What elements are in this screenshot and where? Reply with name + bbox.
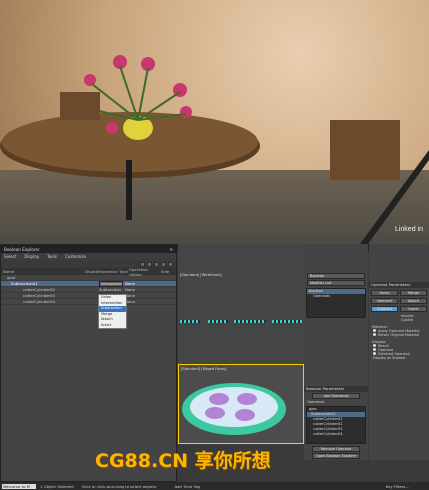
table-scene bbox=[0, 55, 429, 244]
tree-row-cutter[interactable]: cutterCylinder04 None bbox=[1, 299, 176, 305]
command-panel-spacer bbox=[304, 320, 368, 386]
cutter-cylinder-1 bbox=[209, 393, 229, 405]
col-disable[interactable]: Disable bbox=[85, 269, 99, 274]
flower-stems bbox=[85, 65, 187, 121]
insert-button[interactable]: Insert bbox=[400, 306, 427, 312]
boolean-explorer-title: Boolean Explorer bbox=[4, 246, 40, 252]
attach-button[interactable]: Attach bbox=[400, 298, 427, 304]
operation-option[interactable]: None bbox=[125, 281, 155, 286]
key-filters-button[interactable]: Key Filters... bbox=[386, 484, 409, 489]
stack-item-operands[interactable]: Operands bbox=[307, 294, 365, 299]
open-boolean-explorer-button[interactable]: Open Boolean Explorer bbox=[312, 453, 360, 459]
boolean-explorer-menu: Select Display Tools Customize bbox=[1, 253, 176, 260]
operation-type-dropdown[interactable]: Intersection bbox=[99, 281, 125, 287]
radio-icon bbox=[373, 348, 376, 351]
radio-icon bbox=[373, 329, 376, 332]
wire-object-4 bbox=[272, 320, 302, 323]
col-operation-option[interactable]: Operation Option bbox=[129, 267, 161, 277]
display-label: Display: bbox=[372, 340, 387, 344]
watermark-text: CG88.CN 享你所想 bbox=[95, 450, 271, 472]
perspective-viewport[interactable]: [Standard] [Edged Faces] bbox=[178, 364, 304, 444]
wire-object-1 bbox=[180, 320, 200, 323]
selection-count: 1 Object Selected bbox=[40, 483, 74, 489]
cutter-cylinder-4 bbox=[235, 409, 255, 421]
operation-option[interactable]: None bbox=[125, 287, 155, 292]
prompt-line: Click or click-and-drag to select object… bbox=[81, 483, 157, 489]
operation-type[interactable]: Subtraction bbox=[99, 287, 125, 292]
operand-panel-spacer bbox=[369, 244, 429, 282]
operands-list: gear Subtraction01 cutterCylinder01 cutt… bbox=[306, 406, 366, 444]
wire-object-3 bbox=[234, 320, 266, 323]
col-operation-type[interactable]: Operation Type bbox=[99, 269, 129, 274]
column-header: Name Disable Operation Type Operation Op… bbox=[1, 267, 176, 277]
operation-option[interactable]: None bbox=[125, 299, 155, 304]
operation-button-grid: Union Merge Intersect Attach Subtract In… bbox=[369, 288, 429, 314]
operation-option[interactable]: None bbox=[125, 293, 155, 298]
subtract-button[interactable]: Subtract bbox=[371, 306, 398, 312]
boolean-explorer-titlebar: Boolean Explorer ✕ bbox=[1, 245, 176, 253]
chair-left bbox=[60, 92, 100, 120]
wire-object-2 bbox=[208, 320, 228, 323]
command-panel: Boolean Modifier List Boolean Operands B… bbox=[304, 244, 368, 460]
modifier-stack: Boolean Operands bbox=[306, 288, 366, 318]
close-icon[interactable]: ✕ bbox=[169, 247, 173, 252]
cutter-cylinder-3 bbox=[205, 407, 225, 419]
remove-operand-button[interactable]: Remove Operand bbox=[312, 446, 360, 452]
viewport-label-top[interactable]: [Standard] [Wireframe] bbox=[180, 273, 222, 277]
table-stem bbox=[126, 160, 132, 220]
operand-item[interactable]: cutterCylinder04 bbox=[307, 432, 365, 437]
tree-label: cutterCylinder03 bbox=[23, 293, 55, 298]
boolean-parameters-header[interactable]: Boolean Parameters bbox=[304, 386, 368, 392]
menu-select[interactable]: Select bbox=[4, 254, 16, 259]
operands-label: Operands bbox=[307, 400, 325, 404]
tree-label: gear bbox=[7, 275, 16, 280]
brand-logo: Linked in bbox=[394, 226, 423, 233]
modifier-list-dropdown[interactable]: Modifier List bbox=[307, 280, 365, 286]
col-side[interactable]: Side bbox=[161, 269, 176, 274]
video-background-photo: Linked in bbox=[0, 0, 429, 244]
menu-customize[interactable]: Customize bbox=[65, 254, 86, 259]
radio-icon bbox=[373, 352, 376, 355]
command-panel-tabs bbox=[304, 244, 368, 272]
tree-label: cutterCylinder02 bbox=[23, 287, 55, 292]
status-bar: Welcome to M 1 Object Selected Click or … bbox=[0, 482, 429, 490]
chair-right bbox=[330, 120, 400, 180]
display-as-shaded-checkbox[interactable]: Display as Shaded bbox=[369, 356, 429, 360]
maxscript-listener[interactable]: Welcome to M bbox=[2, 483, 36, 489]
object-name-field[interactable]: Boolean bbox=[307, 273, 365, 279]
options-icon[interactable] bbox=[168, 261, 173, 267]
material-label: Material: bbox=[372, 325, 388, 329]
union-button[interactable]: Union bbox=[371, 290, 398, 296]
radio-icon bbox=[373, 344, 376, 347]
gear-face bbox=[190, 387, 278, 427]
operand-parameters-panel: Operand Parameters Union Merge Intersect… bbox=[369, 244, 429, 460]
add-time-tag[interactable]: Add Time Tag bbox=[174, 484, 199, 489]
sort-icon[interactable] bbox=[161, 261, 166, 267]
intersect-button[interactable]: Intersect bbox=[371, 298, 398, 304]
merge-button[interactable]: Merge bbox=[400, 290, 427, 296]
tree-label: Subtraction01 bbox=[11, 281, 38, 286]
cutter-cylinder-2 bbox=[237, 393, 257, 405]
menu-item-insert[interactable]: Insert bbox=[99, 323, 126, 329]
operation-type-menu: Union Intersection Subtraction Merge Att… bbox=[98, 294, 127, 329]
tree-label: cutterCylinder04 bbox=[23, 299, 55, 304]
menu-tools[interactable]: Tools bbox=[47, 254, 57, 259]
add-operands-button[interactable]: Add Operands bbox=[312, 393, 360, 399]
gear-model bbox=[182, 383, 286, 435]
col-name[interactable]: Name bbox=[1, 269, 85, 274]
menu-display[interactable]: Display bbox=[24, 254, 39, 259]
radio-icon bbox=[373, 333, 376, 336]
